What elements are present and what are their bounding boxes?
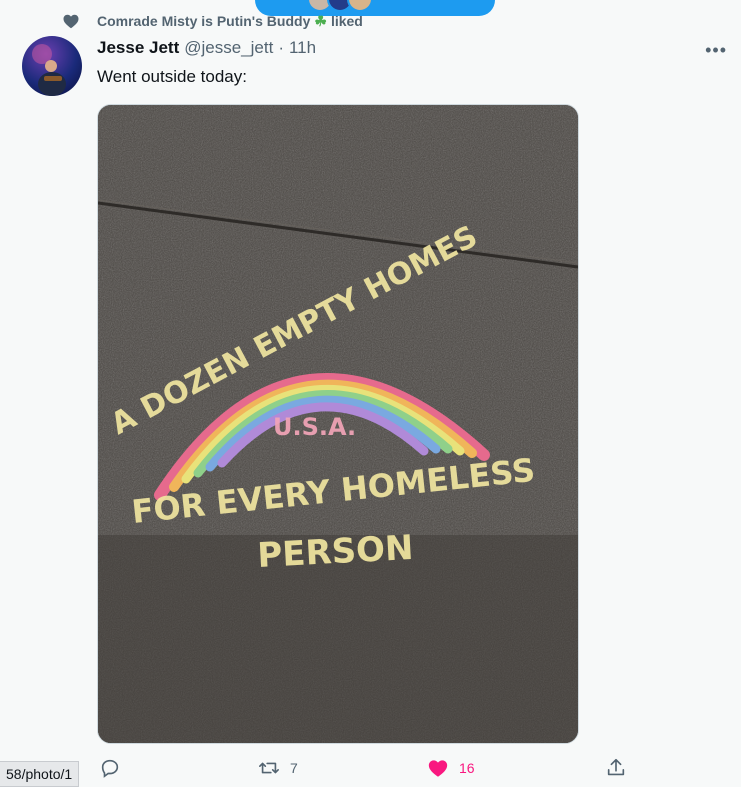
- like-icon: [428, 760, 448, 777]
- chalk-art-photo: A DOZEN EMPTY HOMES U.S.A. FOR EVERY HOM…: [98, 105, 578, 743]
- author-name[interactable]: Jesse Jett: [97, 38, 179, 58]
- chalk-usa: U.S.A.: [273, 413, 356, 441]
- more-icon[interactable]: •••: [705, 40, 727, 61]
- tweet-text: Went outside today:: [97, 67, 247, 86]
- social-context: Comrade Misty is Putin's Buddy ☘ liked: [62, 11, 363, 31]
- chalk-line-4: PERSON: [256, 528, 414, 576]
- liked-label: liked: [330, 13, 363, 29]
- liker-name[interactable]: Comrade Misty is Putin's Buddy: [97, 13, 310, 29]
- share-button[interactable]: [605, 757, 627, 779]
- reply-icon: [101, 759, 119, 778]
- like-button[interactable]: 16: [427, 757, 475, 779]
- retweet-button[interactable]: 7: [258, 757, 298, 779]
- timestamp[interactable]: 11h: [289, 38, 316, 58]
- reply-button[interactable]: [99, 757, 131, 779]
- tweet-header: Jesse Jett @jesse_jett · 11h: [97, 38, 316, 58]
- clover-icon: ☘: [314, 12, 327, 29]
- avatar-photo: [32, 44, 66, 96]
- tweet-image[interactable]: A DOZEN EMPTY HOMES U.S.A. FOR EVERY HOM…: [97, 104, 579, 744]
- status-url: 58/photo/1: [0, 761, 80, 787]
- tweet-actions: 7 16: [97, 757, 637, 785]
- retweet-count: 7: [290, 760, 298, 776]
- author-handle[interactable]: @jesse_jett: [184, 38, 273, 58]
- avatar[interactable]: [22, 36, 82, 96]
- share-icon: [607, 758, 625, 776]
- like-count: 16: [459, 760, 475, 776]
- separator: ·: [278, 38, 284, 57]
- heart-icon: [63, 14, 79, 29]
- retweet-icon: [259, 762, 279, 774]
